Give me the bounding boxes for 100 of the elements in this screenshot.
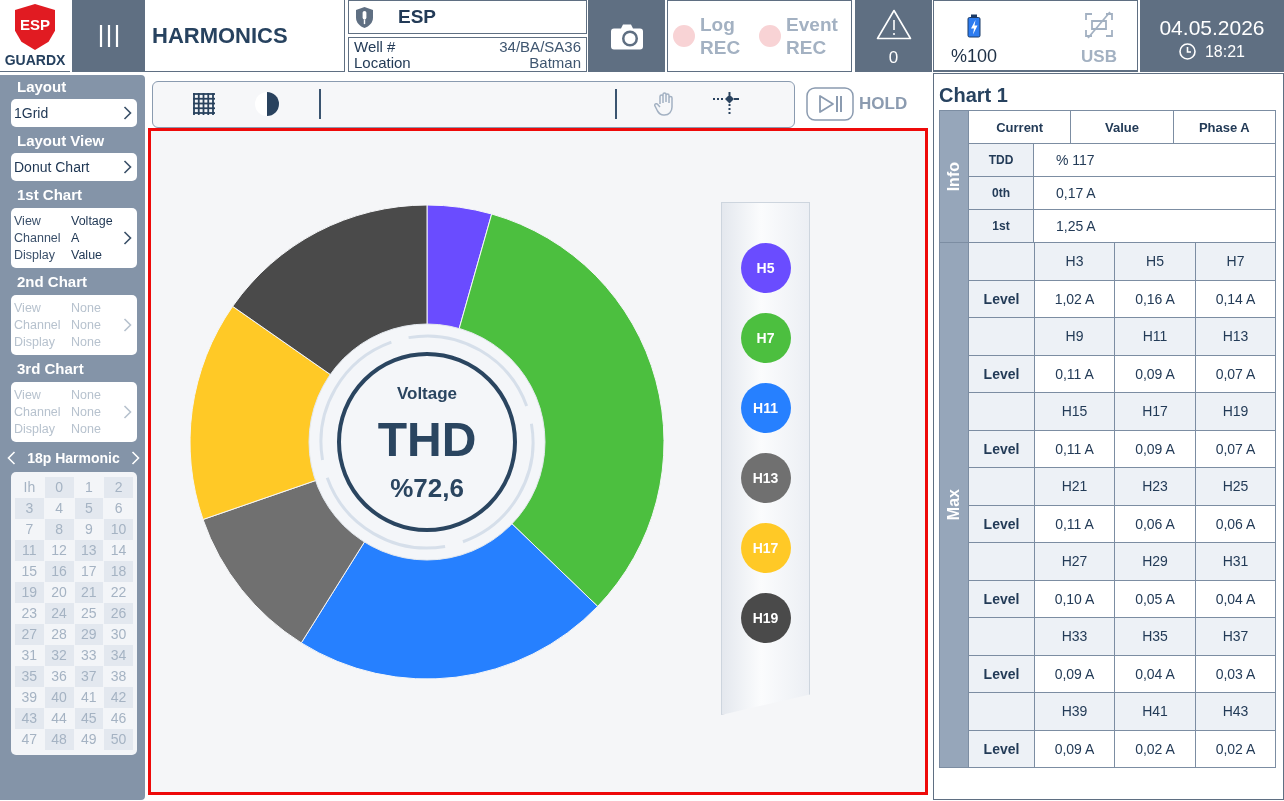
date-text: 04.05.2026: [1159, 15, 1265, 40]
column-header: H9: [1035, 318, 1115, 356]
contrast-icon[interactable]: [255, 92, 279, 116]
column-header: H25: [1196, 468, 1276, 506]
field-label: Well #: [354, 38, 397, 55]
field-value: None: [71, 403, 102, 421]
field-value: None: [71, 386, 102, 404]
record-button[interactable]: Log REC: [673, 13, 741, 59]
chevron-right-icon: [123, 231, 132, 245]
column-header: H23: [1115, 468, 1196, 506]
column-header: H39: [1035, 693, 1115, 731]
chevron-left-icon[interactable]: [7, 451, 16, 465]
warning-icon: [875, 8, 912, 40]
field-value: Batman: [528, 54, 581, 71]
legend-marker: H19: [740, 593, 791, 643]
chevron-right-icon: [123, 160, 132, 174]
row-header: 0th: [969, 177, 1034, 210]
section-heading: 18p Harmonic: [27, 450, 120, 466]
field-value: None: [71, 316, 102, 334]
shield-icon: [356, 6, 373, 28]
table-cell: 0,02 A: [1196, 730, 1276, 768]
logo-shield: ESP: [15, 4, 55, 50]
column-header: H33: [1035, 618, 1115, 656]
field-value: None: [71, 299, 102, 317]
device-name: ESP: [398, 6, 437, 28]
field-value: Voltage: [71, 212, 114, 230]
column-header: H15: [1035, 393, 1115, 431]
menu-icon: [98, 25, 119, 47]
chevron-right-icon: [123, 405, 132, 419]
row-header: Level: [969, 730, 1035, 768]
row-header: Level: [969, 280, 1035, 318]
play-pause-icon: [806, 87, 854, 121]
section-heading: 1st Chart: [16, 185, 84, 205]
section-heading: Layout View: [16, 131, 106, 151]
legend-marker: H5: [740, 243, 791, 293]
field-label: View: [14, 386, 42, 404]
column-header: Phase A: [1173, 111, 1276, 144]
page-title: HARMONICS: [152, 22, 288, 49]
grid-icon[interactable]: [193, 93, 215, 115]
row-header: Level: [969, 355, 1035, 393]
row-header: Level: [969, 430, 1035, 468]
table-cell: % 117: [1034, 144, 1276, 177]
chevron-right-icon: [123, 106, 132, 120]
clock-icon: [1178, 43, 1196, 60]
field-value: None: [71, 333, 102, 351]
table-cell: 0,02 A: [1115, 730, 1196, 768]
brand-name: GUARDX: [4, 52, 66, 68]
record-button[interactable]: Event REC: [759, 13, 838, 59]
field-label: Display: [14, 246, 56, 264]
chart-caption: Voltage: [396, 383, 458, 403]
chevron-right-icon: [123, 318, 132, 332]
legend-marker: H7: [740, 313, 791, 363]
legend-marker: H17: [740, 523, 791, 573]
field-label: Channel: [14, 403, 62, 421]
section-label: Info: [945, 161, 963, 192]
table-cell: 0,17 A: [1034, 177, 1276, 210]
column-header: H5: [1115, 243, 1196, 281]
hold-button[interactable]: HOLD: [806, 87, 908, 121]
chevron-right-icon[interactable]: [131, 451, 140, 465]
battery-reading: %100: [950, 46, 997, 67]
dropdown-select[interactable]: Donut Chart: [11, 153, 137, 181]
row-header: Level: [969, 655, 1035, 693]
field-label: View: [14, 212, 42, 230]
field-label: Channel: [14, 229, 62, 247]
section-heading: Layout: [16, 77, 68, 97]
crosshair-icon[interactable]: [713, 92, 739, 116]
column-header: H21: [1035, 468, 1115, 506]
column-header: H29: [1115, 543, 1196, 581]
field-label: View: [14, 299, 42, 317]
time-text: 18:21: [1204, 42, 1245, 61]
alert-button[interactable]: 0: [855, 0, 932, 72]
column-header: H35: [1115, 618, 1196, 656]
column-header: Value: [1071, 111, 1174, 144]
chart-metric: THD: [377, 412, 477, 466]
chart-settings-card[interactable]: View Voltage Channel A Display Value: [11, 208, 137, 268]
row-header: TDD: [969, 144, 1034, 177]
field-label: Channel: [14, 316, 62, 334]
menu-button[interactable]: [72, 0, 145, 72]
section-heading: 3rd Chart: [16, 359, 85, 379]
column-header: H43: [1196, 693, 1276, 731]
column-header: H11: [1115, 318, 1196, 356]
battery-icon: [967, 14, 981, 38]
column-header: H17: [1115, 393, 1196, 431]
usb-label: USB: [1081, 47, 1117, 67]
column-header: H37: [1196, 618, 1276, 656]
camera-button[interactable]: [588, 0, 665, 72]
field-value: A: [71, 229, 81, 247]
column-header: H3: [1035, 243, 1115, 281]
field-value: Value: [71, 246, 104, 264]
panel-title: Chart 1: [939, 83, 1009, 108]
column-header: H31: [1196, 543, 1276, 581]
chart-reading: %72,6: [390, 472, 464, 503]
legend-marker: H11: [740, 383, 791, 433]
legend-marker: H13: [740, 453, 791, 503]
table-cell: 0,09 A: [1035, 730, 1115, 768]
dropdown-select[interactable]: 1Grid: [11, 99, 137, 127]
field-label: Location: [354, 54, 412, 71]
field-value: None: [71, 420, 102, 438]
row-header: Level: [969, 580, 1035, 618]
camera-icon: [610, 22, 643, 50]
